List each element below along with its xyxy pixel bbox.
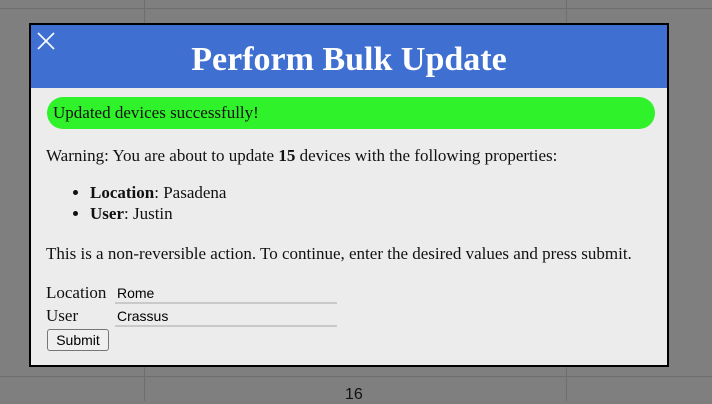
warning-suffix: devices with the following properties:	[295, 146, 558, 165]
warning-text: Warning: You are about to update 15 devi…	[46, 146, 557, 166]
property-key: Location	[90, 183, 155, 202]
grid-line	[0, 8, 712, 9]
success-banner: Updated devices successfully!	[47, 97, 655, 129]
user-row: User	[46, 306, 337, 328]
background-cell-number: 16	[345, 386, 363, 403]
success-message: Updated devices successfully!	[53, 103, 259, 122]
property-item-location: Location: Pasadena	[90, 182, 226, 203]
bulk-update-modal: Perform Bulk Update Updated devices succ…	[29, 23, 669, 367]
property-value: : Pasadena	[154, 183, 227, 202]
properties-list: Location: Pasadena User: Justin	[46, 182, 226, 224]
property-value: : Justin	[123, 204, 173, 223]
device-count: 15	[278, 146, 296, 165]
user-input[interactable]	[115, 306, 337, 327]
irreversible-note: This is a non-reversible action. To cont…	[46, 244, 632, 263]
warning-prefix: Warning: You are about to update	[46, 146, 279, 165]
grid-line	[0, 376, 712, 377]
property-key: User	[90, 204, 124, 223]
modal-title: Perform Bulk Update	[191, 41, 507, 78]
location-row: Location	[46, 283, 337, 305]
modal-header: Perform Bulk Update	[31, 25, 667, 88]
location-label: Location	[46, 283, 107, 302]
user-label: User	[46, 306, 79, 325]
location-input[interactable]	[115, 283, 337, 304]
property-item-user: User: Justin	[90, 203, 226, 224]
submit-button[interactable]: Submit	[47, 329, 109, 351]
